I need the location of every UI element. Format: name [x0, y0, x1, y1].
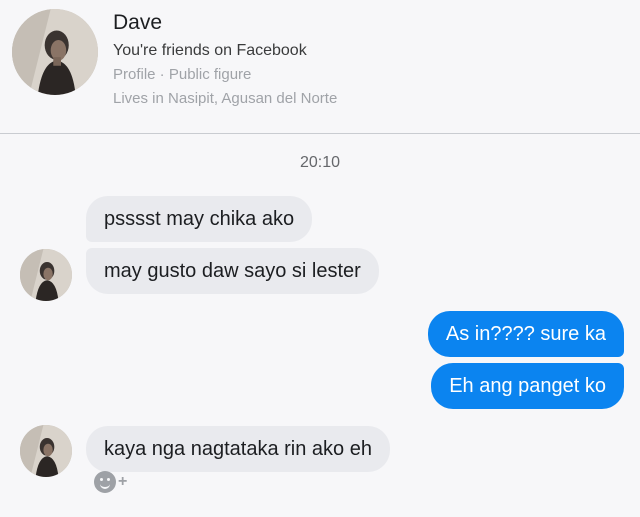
person-icon [20, 249, 72, 301]
message-bubble-incoming[interactable]: kaya nga nagtataka rin ako eh [86, 426, 390, 472]
message-bubble-outgoing[interactable]: Eh ang panget ko [431, 363, 624, 409]
conversation-header: Dave You're friends on Facebook Profile … [0, 0, 640, 134]
profile-avatar[interactable] [12, 9, 98, 95]
sender-avatar[interactable] [20, 425, 72, 477]
message-bubble-incoming[interactable]: may gusto daw sayo si lester [86, 248, 379, 294]
header-divider [0, 133, 640, 134]
message-timestamp: 20:10 [299, 154, 341, 171]
message-bubble-outgoing[interactable]: As in???? sure ka [427, 311, 624, 357]
location-info: Lives in Nasipit, Agusan del Norte [113, 90, 338, 107]
person-icon [20, 425, 72, 477]
friendship-status: You're friends on Facebook [113, 42, 307, 59]
add-reaction-button[interactable]: + [94, 470, 130, 494]
person-icon [12, 9, 98, 95]
smiley-add-icon [94, 471, 116, 493]
contact-name[interactable]: Dave [113, 11, 162, 35]
message-bubble-incoming[interactable]: psssst may chika ako [86, 196, 313, 242]
profile-info: Profile · Public figure [113, 66, 252, 83]
sender-avatar[interactable] [20, 249, 72, 301]
plus-icon: + [118, 473, 128, 490]
